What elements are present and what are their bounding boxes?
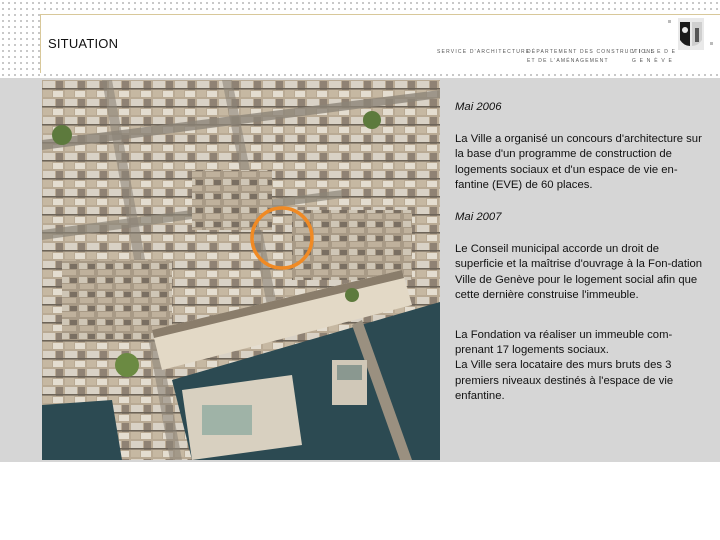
geneva-coat-of-arms-icon (668, 18, 713, 50)
description-column: Mai 2006 La Ville a organisé un concours… (455, 100, 710, 404)
paragraph: Le Conseil municipal accorde un droit de… (455, 243, 703, 301)
logo-text-ville-line2: G E N È V E (632, 58, 673, 64)
date-heading: Mai 2006 (455, 101, 502, 113)
date-heading: Mai 2007 (455, 211, 502, 224)
paragraph: La Ville a organisé un concours d'archit… (455, 133, 702, 191)
page-title: SITUATION (48, 36, 119, 51)
paragraph: La Fondation va réaliser un immeuble com… (455, 329, 673, 357)
aerial-photo (42, 80, 440, 460)
logo-text-service: SERVICE D'ARCHITECTURE (437, 49, 531, 55)
paragraph: La Ville sera locataire des murs bruts d… (455, 359, 674, 402)
